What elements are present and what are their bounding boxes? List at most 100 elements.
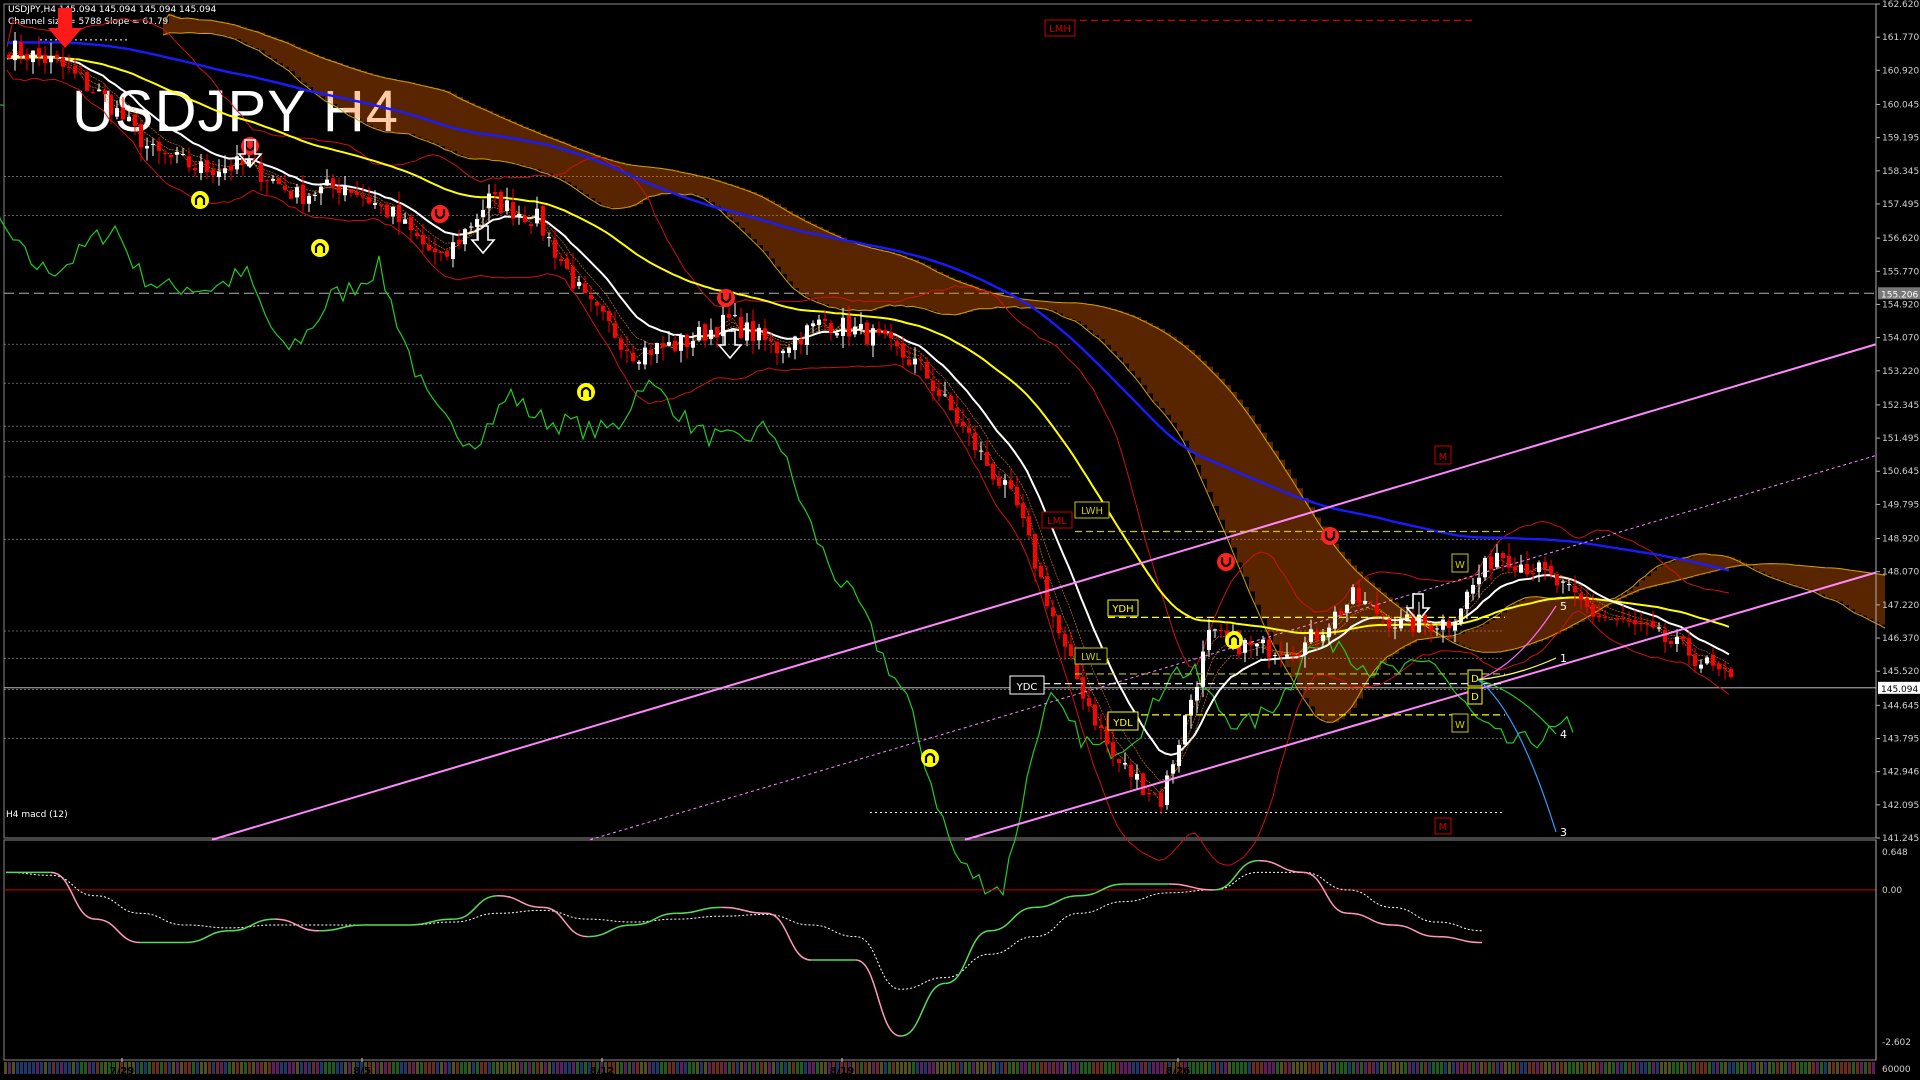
cloud-segment <box>1489 619 1495 653</box>
candle-body <box>1261 639 1265 644</box>
time-strip-cell <box>1628 1062 1631 1074</box>
time-strip-cell <box>616 1062 619 1074</box>
cloud-segment <box>1267 441 1273 632</box>
candle-body <box>367 197 371 204</box>
cloud-segment <box>1819 567 1825 595</box>
box-label-w: W <box>1451 713 1469 733</box>
time-strip-cell <box>1660 1062 1663 1074</box>
time-strip-cell <box>996 1062 999 1074</box>
time-strip-cell <box>1564 1062 1567 1074</box>
time-strip-cell <box>24 1062 27 1074</box>
time-strip-cell <box>1332 1062 1335 1074</box>
time-strip-cell <box>1596 1062 1599 1074</box>
price-tick-label: 148.920 <box>1882 535 1919 545</box>
candle-body <box>217 171 221 178</box>
candle-body <box>1441 619 1445 630</box>
cloud-segment <box>1723 555 1729 569</box>
candle-body <box>631 352 635 362</box>
time-strip-cell <box>332 1062 335 1074</box>
time-strip-cell <box>68 1062 71 1074</box>
candle-body <box>1333 611 1337 629</box>
cloud-segment <box>715 180 721 207</box>
candle-body <box>163 153 167 155</box>
cloud-segment <box>241 27 247 43</box>
time-strip-cell <box>1016 1062 1019 1074</box>
time-strip-cell <box>1508 1062 1511 1074</box>
time-strip-cell <box>372 1062 375 1074</box>
time-strip-cell <box>1672 1062 1675 1074</box>
time-strip-cell <box>536 1062 539 1074</box>
price-tick-label: 143.795 <box>1882 735 1919 745</box>
time-strip-cell <box>644 1062 647 1074</box>
cloud-segment <box>205 20 211 34</box>
time-strip-cell <box>1416 1062 1419 1074</box>
time-strip-cell <box>820 1062 823 1074</box>
cloud-segment <box>649 166 655 197</box>
candle-body <box>1519 564 1523 573</box>
macd-main-segment <box>945 930 991 985</box>
time-strip-cell <box>1796 1062 1799 1074</box>
cloud-segment <box>733 185 739 223</box>
time-strip-cell <box>800 1062 803 1074</box>
candle-body <box>763 328 767 340</box>
price-tick-label: 154.920 <box>1882 300 1919 310</box>
candle-body <box>139 124 143 148</box>
candle-body <box>823 318 827 321</box>
cloud-segment <box>883 250 889 307</box>
candle-body <box>205 160 209 172</box>
candle-body <box>979 450 983 452</box>
time-strip-cell <box>500 1062 503 1074</box>
candle-body <box>1381 615 1385 617</box>
candle-body <box>1315 631 1319 640</box>
cloud-segment <box>1663 563 1669 584</box>
cloud-segment <box>913 259 919 307</box>
time-strip-cell <box>732 1062 735 1074</box>
candle-body <box>805 325 809 345</box>
cloud-segment <box>199 19 205 34</box>
candle-body <box>1363 600 1367 604</box>
time-strip-cell <box>72 1062 75 1074</box>
time-strip-cell <box>764 1062 767 1074</box>
time-strip-cell <box>1376 1062 1379 1074</box>
macd-main-segment <box>632 912 677 926</box>
time-strip-cell <box>1516 1062 1519 1074</box>
time-strip-cell <box>572 1062 575 1074</box>
time-strip-cell <box>1340 1062 1343 1074</box>
cloud-segment <box>1765 563 1771 576</box>
candle-body <box>889 331 893 339</box>
time-strip-cell <box>196 1062 199 1074</box>
cloud-segment <box>1219 378 1225 520</box>
time-strip-cell <box>1748 1062 1751 1074</box>
time-strip-cell <box>632 1062 635 1074</box>
time-strip-cell <box>216 1062 219 1074</box>
candle-body <box>1189 699 1193 716</box>
sell-signal-icon <box>1217 553 1235 571</box>
price-chart[interactable]: LMHLWHLMLYDHLWLYDCYDLMMWWDD5143162.62016… <box>0 0 1920 1080</box>
time-strip-cell <box>1068 1062 1071 1074</box>
time-strip-cell <box>688 1062 691 1074</box>
channel-upper-line <box>211 343 1877 841</box>
box-label-d: D <box>1467 687 1483 705</box>
time-strip-cell <box>984 1062 987 1074</box>
cloud-segment <box>181 18 187 34</box>
time-strip-cell <box>32 1062 35 1074</box>
time-strip-cell <box>1644 1062 1647 1074</box>
time-strip-cell <box>1472 1062 1475 1074</box>
time-strip-cell <box>1860 1062 1863 1074</box>
cloud-segment <box>1459 633 1465 646</box>
candle-body <box>115 108 119 117</box>
time-strip-cell <box>1408 1062 1411 1074</box>
time-strip-cell <box>292 1062 295 1074</box>
candle-body <box>397 204 401 223</box>
time-strip-cell <box>1336 1062 1339 1074</box>
cloud-segment <box>1759 564 1765 573</box>
time-strip-cell <box>788 1062 791 1074</box>
box-label-m: M <box>1434 445 1452 465</box>
time-strip-cell <box>728 1062 731 1074</box>
time-strip-cell <box>1048 1062 1051 1074</box>
cloud-segment <box>1159 329 1165 409</box>
candle-body <box>37 48 41 57</box>
time-strip-cell <box>436 1062 439 1074</box>
time-strip-cell <box>1032 1062 1035 1074</box>
candle-body <box>1159 792 1163 808</box>
